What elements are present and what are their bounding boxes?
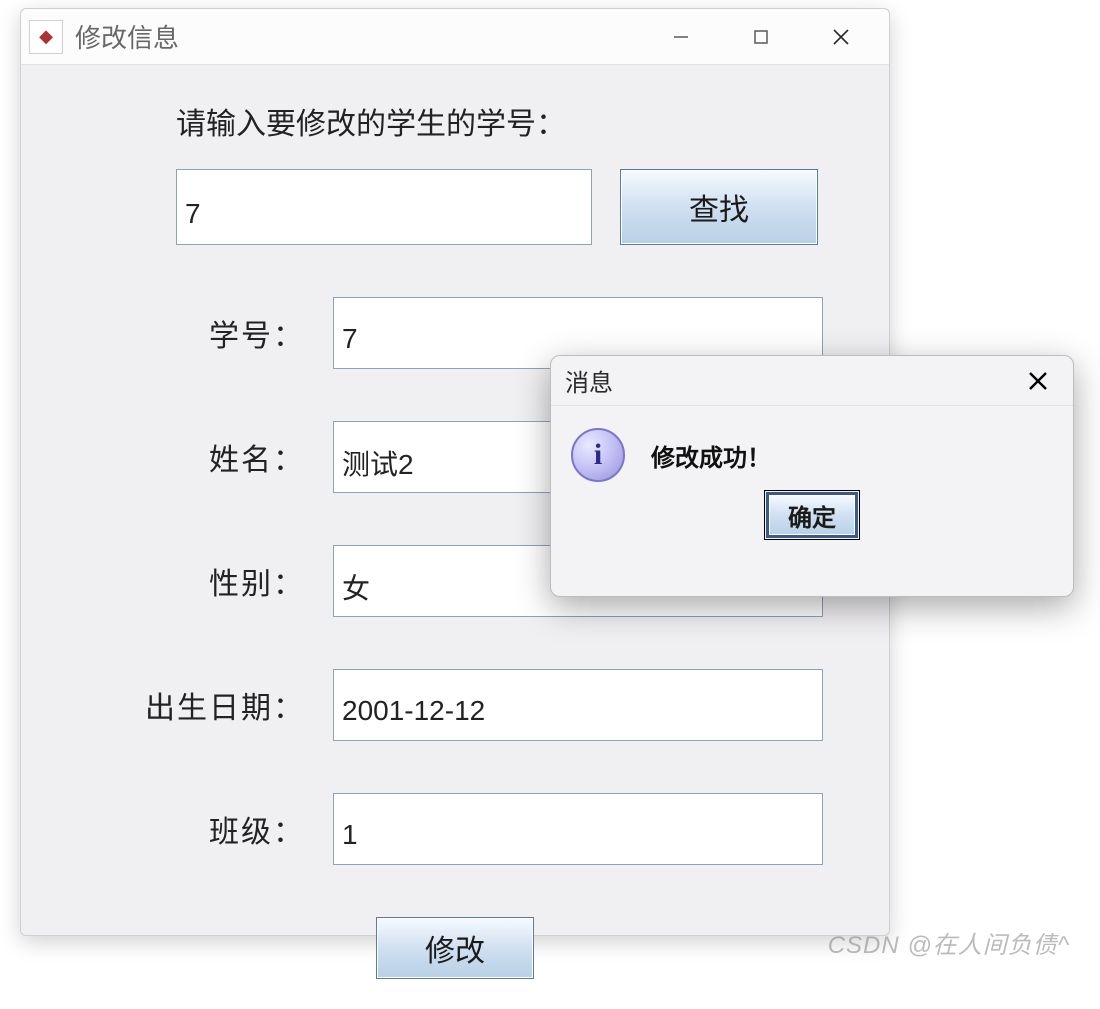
titlebar: ◆ 修改信息: [21, 9, 889, 65]
close-button[interactable]: [801, 9, 881, 65]
prompt-label: 请输入要修改的学生的学号：: [176, 99, 859, 143]
dialog-title-text: 消息: [565, 363, 613, 398]
row-class: 班级：: [51, 793, 859, 865]
search-row: 查找: [176, 169, 859, 245]
app-icon: ◆: [29, 20, 63, 54]
close-icon: [1027, 370, 1049, 392]
submit-row: 修改: [51, 917, 859, 979]
input-birthdate[interactable]: [333, 669, 823, 741]
search-input[interactable]: [176, 169, 592, 245]
dialog-ok-button[interactable]: 确定: [766, 492, 858, 538]
dialog-body: i 修改成功！: [551, 406, 1073, 492]
submit-button[interactable]: 修改: [376, 917, 534, 979]
label-student-id: 学号：: [51, 311, 333, 355]
label-class: 班级：: [51, 807, 333, 851]
message-dialog: 消息 i 修改成功！ 确定: [550, 355, 1074, 597]
search-button[interactable]: 查找: [620, 169, 818, 245]
watermark: CSDN @在人间负债^: [828, 925, 1070, 960]
minimize-button[interactable]: [641, 9, 721, 65]
label-gender: 性别：: [51, 559, 333, 603]
dialog-titlebar: 消息: [551, 356, 1073, 406]
label-birthdate: 出生日期：: [51, 683, 333, 727]
close-icon: [831, 27, 851, 47]
maximize-icon: [752, 28, 770, 46]
dialog-button-row: 确定: [551, 492, 1073, 552]
window-title: 修改信息: [75, 18, 179, 55]
label-name: 姓名：: [51, 435, 333, 479]
titlebar-controls: [641, 9, 881, 65]
info-icon: i: [571, 428, 625, 482]
input-class[interactable]: [333, 793, 823, 865]
dialog-close-button[interactable]: [1017, 360, 1059, 402]
row-birthdate: 出生日期：: [51, 669, 859, 741]
dialog-message: 修改成功！: [651, 438, 771, 473]
maximize-button[interactable]: [721, 9, 801, 65]
minimize-icon: [671, 27, 691, 47]
